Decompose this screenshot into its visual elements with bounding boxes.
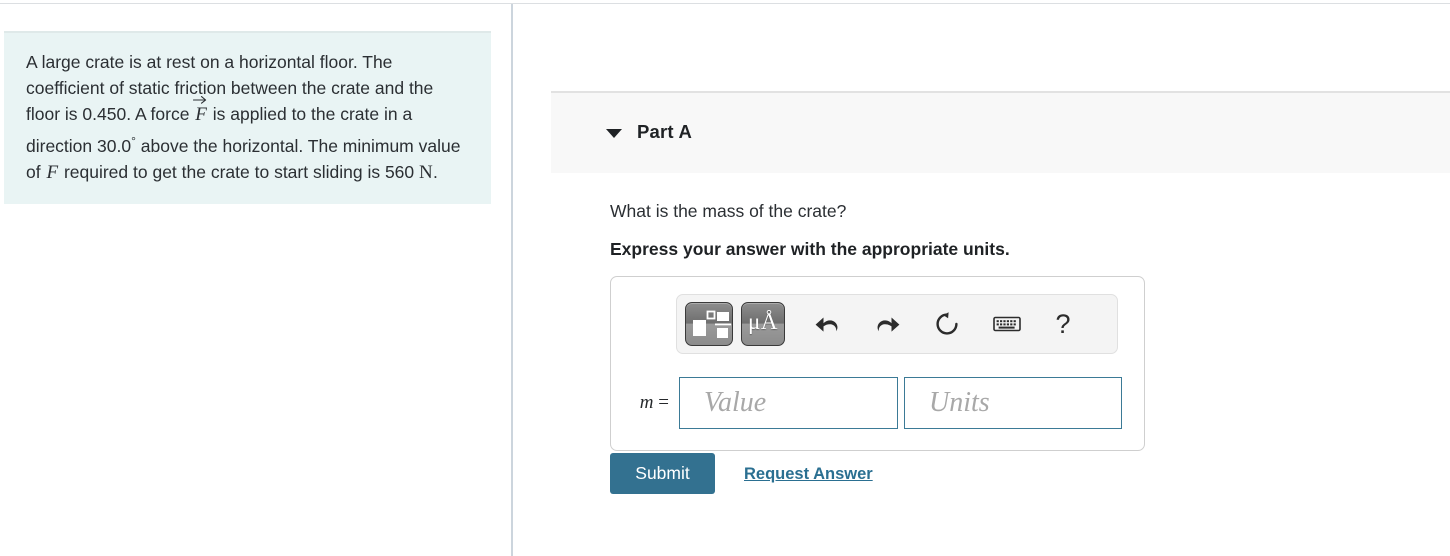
page-root: A large crate is at rest on a horizontal…: [0, 0, 1450, 556]
instruction-text: Express your answer with the appropriate…: [610, 239, 1010, 259]
vector-arrow-icon: [193, 94, 207, 104]
redo-icon[interactable]: [863, 302, 911, 346]
variable-letter: m: [639, 392, 654, 413]
value-input[interactable]: Value: [679, 377, 898, 429]
question-text: What is the mass of the crate?: [610, 201, 847, 221]
units-placeholder: Units: [929, 387, 990, 418]
undo-icon[interactable]: [803, 302, 851, 346]
value-placeholder: Value: [704, 387, 767, 418]
force-vector-letter: F: [195, 104, 207, 125]
answer-pane: Part A What is the mass of the crate? Ex…: [513, 4, 1450, 556]
variable-label: m =: [611, 392, 679, 414]
mu-angstrom-icon[interactable]: μÅ: [741, 302, 785, 346]
force-vector-symbol: F: [193, 96, 208, 125]
reset-icon[interactable]: [923, 302, 971, 346]
keyboard-icon[interactable]: [983, 302, 1031, 346]
newton-unit-symbol: N: [419, 162, 434, 183]
submit-button[interactable]: Submit: [610, 453, 715, 494]
request-answer-link[interactable]: Request Answer: [744, 465, 873, 484]
problem-statement-text: A large crate is at rest on a horizontal…: [26, 49, 469, 186]
units-input[interactable]: Units: [904, 377, 1122, 429]
answer-input-container: μÅ ? m = Value Units: [610, 276, 1145, 451]
math-template-icon[interactable]: [685, 302, 733, 346]
problem-statement-box: A large crate is at rest on a horizontal…: [4, 31, 491, 204]
math-toolbar: μÅ ?: [676, 294, 1118, 354]
answer-entry-row: m = Value Units: [611, 372, 1144, 434]
force-scalar-symbol: F: [46, 162, 59, 183]
chevron-down-icon[interactable]: [601, 120, 627, 146]
problem-segment-8: .: [433, 162, 438, 182]
equals-sign: =: [658, 392, 669, 413]
mu-angstrom-label: μÅ: [748, 308, 778, 334]
question-mark-icon[interactable]: ?: [1039, 302, 1087, 346]
question-mark-glyph: ?: [1055, 308, 1071, 339]
problem-segment-6: required to get the crate to start slidi…: [59, 162, 419, 182]
part-a-title: Part A: [637, 121, 693, 142]
problem-pane: A large crate is at rest on a horizontal…: [0, 4, 512, 556]
part-a-header[interactable]: Part A: [551, 91, 1450, 173]
